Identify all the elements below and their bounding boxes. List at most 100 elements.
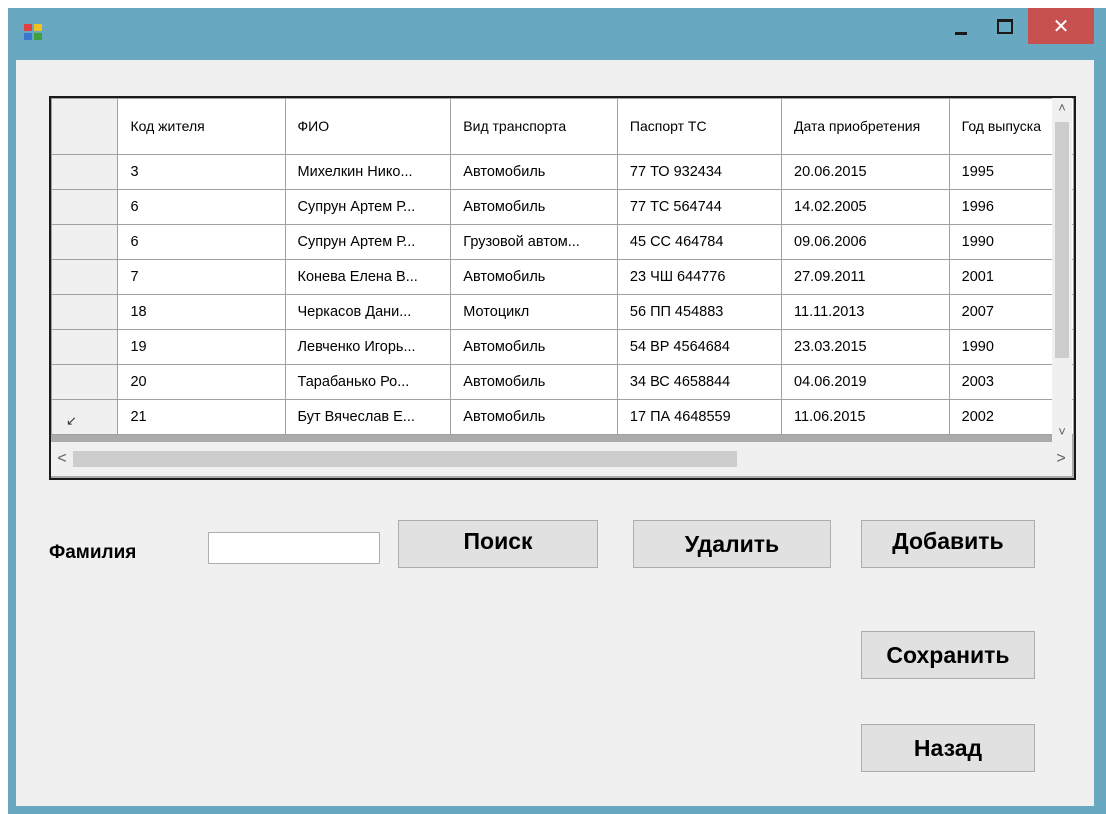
cell-vehicle-passport[interactable]: 45 СС 464784	[616, 224, 783, 260]
cell-full-name[interactable]: Михелкин Нико...	[284, 154, 452, 190]
table-row[interactable]: 6 Супрун Артем Р... Автомобиль 77 ТС 564…	[51, 189, 1074, 225]
surname-label: Фамилия	[49, 542, 137, 563]
cell-vehicle-passport[interactable]: 23 ЧШ 644776	[616, 259, 783, 295]
cell-year[interactable]: 1990	[948, 224, 1062, 260]
cell-resident-id[interactable]: 3	[117, 154, 286, 190]
column-header[interactable]: Год выпуска	[948, 98, 1062, 155]
maximize-button[interactable]	[984, 8, 1026, 44]
cell-year[interactable]: 1990	[948, 329, 1062, 365]
vertical-scrollbar[interactable]: ˄ ˅	[1052, 98, 1072, 442]
surname-input[interactable]	[208, 532, 380, 564]
cell-full-name[interactable]: Бут Вячеслав Е...	[284, 399, 452, 435]
minimize-icon	[955, 31, 967, 35]
close-icon: ✕	[1052, 15, 1070, 38]
table-row[interactable]: 6 Супрун Артем Р... Грузовой автом... 45…	[51, 224, 1074, 260]
cell-purchase-date[interactable]: 20.06.2015	[781, 154, 950, 190]
table-row[interactable]: 18 Черкасов Дани... Мотоцикл 56 ПП 45488…	[51, 294, 1074, 330]
vertical-scroll-thumb[interactable]	[1055, 122, 1069, 358]
cell-vehicle-type[interactable]: Автомобиль	[450, 364, 618, 400]
cell-vehicle-passport[interactable]: 56 ПП 454883	[616, 294, 783, 330]
cell-year[interactable]: 2003	[948, 364, 1062, 400]
cell-year[interactable]: 1996	[948, 189, 1062, 225]
cell-vehicle-type[interactable]: Автомобиль	[450, 329, 618, 365]
cell-vehicle-passport[interactable]: 17 ПА 4648559	[616, 399, 783, 435]
cell-resident-id[interactable]: 21	[117, 399, 286, 435]
cell-vehicle-type[interactable]: Автомобиль	[450, 259, 618, 295]
column-header[interactable]: Код жителя	[117, 98, 286, 155]
back-button[interactable]: Назад	[861, 724, 1035, 772]
cell-vehicle-passport[interactable]: 54 ВР 4564684	[616, 329, 783, 365]
delete-button[interactable]: Удалить	[633, 520, 831, 568]
cell-purchase-date[interactable]: 09.06.2006	[781, 224, 950, 260]
cell-full-name[interactable]: Левченко Игорь...	[284, 329, 452, 365]
column-header[interactable]: Вид транспорта	[450, 98, 618, 155]
cell-purchase-date[interactable]: 14.02.2005	[781, 189, 950, 225]
cell-resident-id[interactable]: 6	[117, 189, 286, 225]
close-button[interactable]: ✕	[1028, 8, 1094, 44]
table-row[interactable]: ↙ 21 Бут Вячеслав Е... Автомобиль 17 ПА …	[51, 399, 1074, 435]
cell-purchase-date[interactable]: 23.03.2015	[781, 329, 950, 365]
table-row[interactable]: 7 Конева Елена В... Автомобиль 23 ЧШ 644…	[51, 259, 1074, 295]
horizontal-scrollbar[interactable]: < >	[51, 442, 1072, 476]
grid-table: Код жителя ФИО Вид транспорта Паспорт ТС…	[51, 98, 1074, 435]
app-window: ✕ Код жителя ФИО Вид транспорта Паспорт …	[8, 8, 1106, 814]
cell-vehicle-type[interactable]: Автомобиль	[450, 154, 618, 190]
row-header[interactable]: ↙	[51, 399, 119, 435]
row-header[interactable]	[51, 294, 119, 330]
cell-vehicle-passport[interactable]: 77 ТС 564744	[616, 189, 783, 225]
title-bar[interactable]: ✕	[8, 8, 1106, 60]
row-header[interactable]	[51, 154, 119, 190]
cell-vehicle-type[interactable]: Грузовой автом...	[450, 224, 618, 260]
scroll-up-icon[interactable]: ˄	[1052, 98, 1072, 118]
column-header[interactable]: Паспорт ТС	[616, 98, 783, 155]
app-icon	[24, 24, 44, 42]
form-client-area: Код жителя ФИО Вид транспорта Паспорт ТС…	[16, 60, 1094, 806]
row-header[interactable]	[51, 259, 119, 295]
table-row[interactable]: 19 Левченко Игорь... Автомобиль 54 ВР 45…	[51, 329, 1074, 365]
maximize-icon	[997, 18, 1013, 34]
table-row[interactable]: 3 Михелкин Нико... Автомобиль 77 ТО 9324…	[51, 154, 1074, 190]
grid-header-row: Код жителя ФИО Вид транспорта Паспорт ТС…	[51, 98, 1074, 155]
scroll-right-icon[interactable]: >	[1050, 442, 1072, 476]
cell-year[interactable]: 2001	[948, 259, 1062, 295]
scroll-down-icon[interactable]: ˅	[1052, 422, 1072, 442]
horizontal-scroll-thumb[interactable]	[73, 451, 737, 467]
cell-full-name[interactable]: Черкасов Дани...	[284, 294, 452, 330]
cell-resident-id[interactable]: 19	[117, 329, 286, 365]
save-button[interactable]: Сохранить	[861, 631, 1035, 679]
cell-purchase-date[interactable]: 04.06.2019	[781, 364, 950, 400]
column-header[interactable]: ФИО	[284, 98, 452, 155]
cell-year[interactable]: 1995	[948, 154, 1062, 190]
cell-full-name[interactable]: Супрун Артем Р...	[284, 224, 452, 260]
cell-purchase-date[interactable]: 11.11.2013	[781, 294, 950, 330]
scroll-left-icon[interactable]: <	[51, 442, 73, 476]
cell-resident-id[interactable]: 7	[117, 259, 286, 295]
add-button[interactable]: Добавить	[861, 520, 1035, 568]
cell-vehicle-passport[interactable]: 77 ТО 932434	[616, 154, 783, 190]
cell-resident-id[interactable]: 18	[117, 294, 286, 330]
current-row-icon: ↙	[66, 413, 77, 428]
column-header[interactable]: Дата приобретения	[781, 98, 950, 155]
data-grid[interactable]: Код жителя ФИО Вид транспорта Паспорт ТС…	[49, 96, 1076, 480]
row-header[interactable]	[51, 329, 119, 365]
row-header[interactable]	[51, 224, 119, 260]
cell-vehicle-type[interactable]: Мотоцикл	[450, 294, 618, 330]
cell-vehicle-type[interactable]: Автомобиль	[450, 189, 618, 225]
table-row[interactable]: 20 Тарабанько Ро... Автомобиль 34 ВС 465…	[51, 364, 1074, 400]
cell-purchase-date[interactable]: 27.09.2011	[781, 259, 950, 295]
cell-purchase-date[interactable]: 11.06.2015	[781, 399, 950, 435]
cell-full-name[interactable]: Супрун Артем Р...	[284, 189, 452, 225]
cell-resident-id[interactable]: 6	[117, 224, 286, 260]
cell-vehicle-type[interactable]: Автомобиль	[450, 399, 618, 435]
cell-vehicle-passport[interactable]: 34 ВС 4658844	[616, 364, 783, 400]
row-header[interactable]	[51, 364, 119, 400]
cell-year[interactable]: 2007	[948, 294, 1062, 330]
row-header-corner[interactable]	[51, 98, 119, 155]
cell-resident-id[interactable]: 20	[117, 364, 286, 400]
minimize-button[interactable]	[940, 8, 982, 44]
row-header[interactable]	[51, 189, 119, 225]
cell-full-name[interactable]: Тарабанько Ро...	[284, 364, 452, 400]
cell-year[interactable]: 2002	[948, 399, 1062, 435]
cell-full-name[interactable]: Конева Елена В...	[284, 259, 452, 295]
search-button[interactable]: Поиск	[398, 520, 598, 568]
